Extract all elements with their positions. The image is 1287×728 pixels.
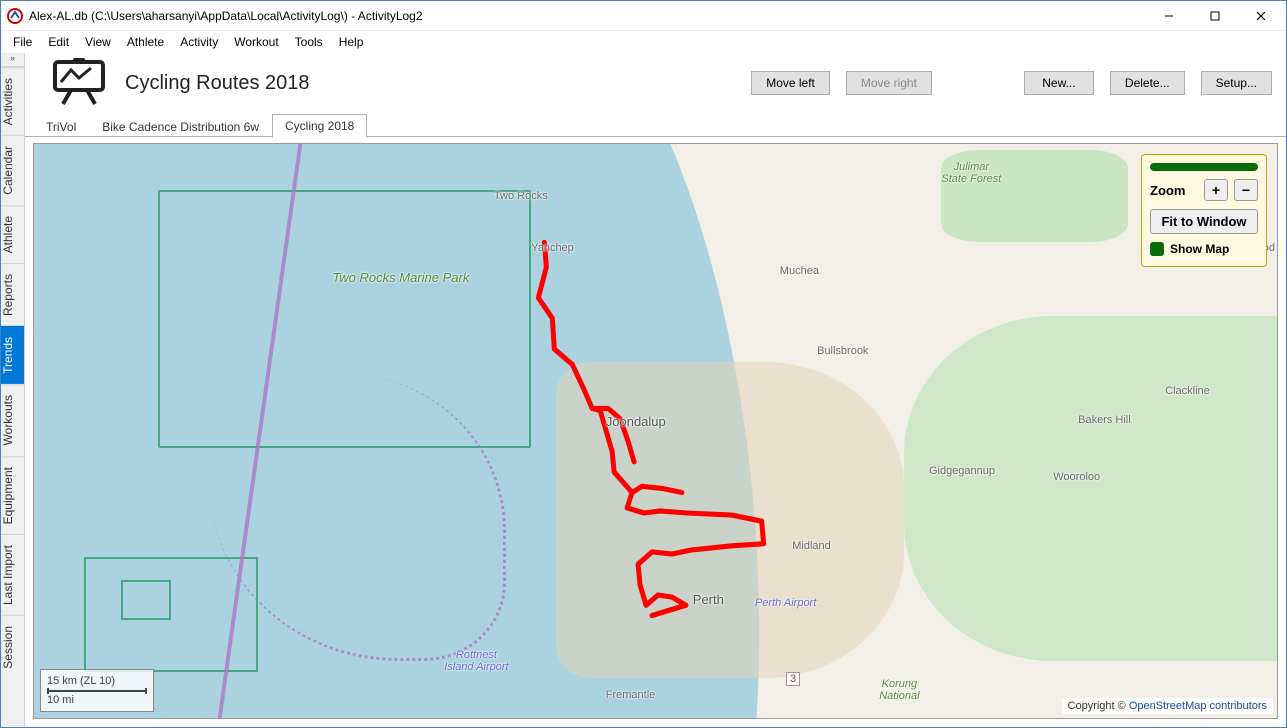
- label-perth-airport: Perth Airport: [755, 597, 816, 609]
- label-midland: Midland: [792, 540, 831, 552]
- maximize-button[interactable]: [1192, 1, 1238, 31]
- menu-tools[interactable]: Tools: [287, 33, 331, 51]
- label-yanchep: Yanchep: [531, 242, 574, 254]
- sidebar-tab-activities[interactable]: Activities: [1, 67, 24, 135]
- menu-workout[interactable]: Workout: [226, 33, 286, 51]
- map-scale: 15 km (ZL 10) 10 mi: [40, 669, 154, 712]
- trend-header: Cycling Routes 2018 Move left Move right…: [25, 53, 1286, 113]
- scale-km: 15 km (ZL 10): [47, 674, 147, 688]
- fit-to-window-button[interactable]: Fit to Window: [1150, 209, 1258, 234]
- sidebar-tab-workouts[interactable]: Workouts: [1, 384, 24, 455]
- menu-file[interactable]: File: [5, 33, 40, 51]
- label-wooroloo: Wooroloo: [1053, 471, 1100, 483]
- menu-activity[interactable]: Activity: [172, 33, 226, 51]
- label-muchea: Muchea: [780, 265, 819, 277]
- minimize-button[interactable]: [1146, 1, 1192, 31]
- sidebar-tab-equipment[interactable]: Equipment: [1, 456, 24, 534]
- delete-button[interactable]: Delete...: [1110, 71, 1185, 95]
- label-joondalup: Joondalup: [606, 414, 666, 429]
- window-title: Alex-AL.db (C:\Users\aharsanyi\AppData\L…: [29, 9, 1146, 23]
- sidebar-toggle[interactable]: »: [1, 53, 24, 67]
- menu-edit[interactable]: Edit: [40, 33, 77, 51]
- gps-route: [34, 144, 1277, 718]
- menu-help[interactable]: Help: [331, 33, 372, 51]
- page-title: Cycling Routes 2018: [125, 72, 310, 95]
- app-icon: [7, 8, 23, 24]
- sidebar-tab-last-import[interactable]: Last Import: [1, 534, 24, 615]
- move-left-button[interactable]: Move left: [751, 71, 830, 95]
- zoom-label: Zoom: [1150, 183, 1198, 198]
- label-perth: Perth: [693, 592, 724, 607]
- sidebar-tab-calendar[interactable]: Calendar: [1, 135, 24, 205]
- move-right-button: Move right: [846, 71, 932, 95]
- show-map-label: Show Map: [1170, 242, 1229, 256]
- sidebar-tab-session[interactable]: Session: [1, 615, 24, 679]
- menu-bar: File Edit View Athlete Activity Workout …: [1, 31, 1286, 53]
- tab-bike-cadence[interactable]: Bike Cadence Distribution 6w: [89, 115, 272, 138]
- label-two-rocks-marine-park: Two Rocks Marine Park: [332, 270, 469, 285]
- tab-cycling-2018[interactable]: Cycling 2018: [272, 114, 367, 138]
- side-nav: » Activities Calendar Athlete Reports Tr…: [1, 53, 25, 727]
- tab-trivol[interactable]: TriVol: [33, 115, 89, 138]
- menu-athlete[interactable]: Athlete: [119, 33, 172, 51]
- label-bakers-hill: Bakers Hill: [1078, 414, 1131, 426]
- scale-mi: 10 mi: [47, 693, 147, 707]
- label-two-rocks: Two Rocks: [494, 190, 548, 202]
- title-bar: Alex-AL.db (C:\Users\aharsanyi\AppData\L…: [1, 1, 1286, 31]
- sidebar-tab-trends[interactable]: Trends: [1, 326, 24, 384]
- label-julimar-forest: Julimar State Forest: [941, 161, 1001, 185]
- setup-button[interactable]: Setup...: [1201, 71, 1272, 95]
- label-korung-national: Korung National: [879, 678, 919, 702]
- new-button[interactable]: New...: [1024, 71, 1094, 95]
- label-gidgegannup: Gidgegannup: [929, 465, 995, 477]
- sidebar-tab-athlete[interactable]: Athlete: [1, 205, 24, 263]
- label-fremantle: Fremantle: [606, 689, 656, 701]
- trend-tabs: TriVol Bike Cadence Distribution 6w Cycl…: [25, 113, 1286, 137]
- map-attribution: Copyright © OpenStreetMap contributors: [1062, 698, 1273, 714]
- route-shield-3: 3: [786, 672, 800, 686]
- label-clackline: Clackline: [1165, 385, 1210, 397]
- osm-link[interactable]: OpenStreetMap contributors: [1129, 700, 1267, 712]
- sidebar-tab-reports[interactable]: Reports: [1, 263, 24, 326]
- map-load-progress: [1150, 163, 1258, 171]
- trend-icon: [49, 58, 109, 109]
- map-control-panel: Zoom + − Fit to Window Show Map: [1141, 154, 1267, 267]
- zoom-in-button[interactable]: +: [1204, 179, 1228, 201]
- show-map-checkbox[interactable]: [1150, 242, 1164, 256]
- label-rottnest-airport: Rottnest Island Airport: [444, 649, 508, 673]
- close-button[interactable]: [1238, 1, 1284, 31]
- zoom-out-button[interactable]: −: [1234, 179, 1258, 201]
- label-bullsbrook: Bullsbrook: [817, 345, 868, 357]
- menu-view[interactable]: View: [77, 33, 119, 51]
- map-canvas[interactable]: Two Rocks Marine Park Two Rocks Yanchep …: [33, 143, 1278, 719]
